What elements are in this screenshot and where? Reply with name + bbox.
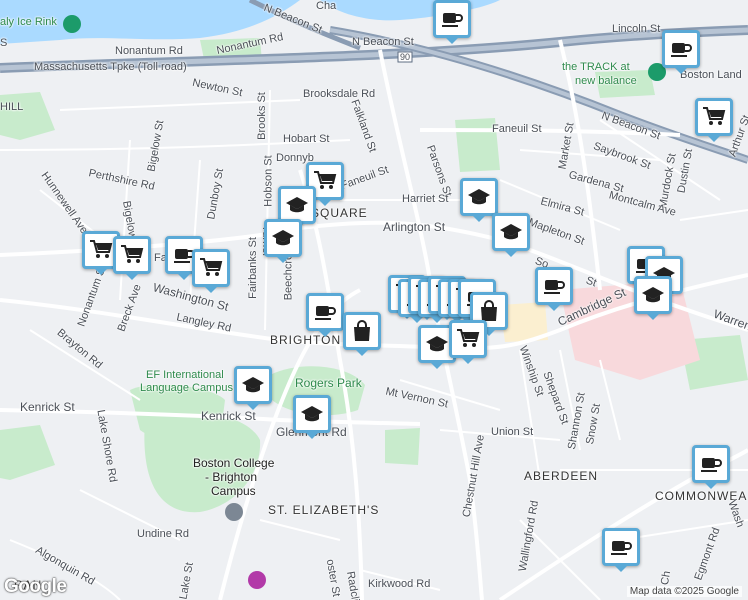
label-nonantum-rd: Nonantum Rd bbox=[115, 45, 183, 57]
pin-school-glenmont[interactable] bbox=[293, 395, 331, 439]
label-ice-rink: aly Ice Rink bbox=[0, 16, 57, 28]
label-track-1: the TRACK at bbox=[562, 61, 630, 73]
label-track-2: new balance bbox=[575, 75, 637, 87]
coffee-cup-icon bbox=[442, 13, 463, 27]
label-oak-square: SQUARE bbox=[311, 206, 368, 220]
label-kenrick-left: Kenrick St bbox=[20, 400, 75, 414]
label-i90: 90 bbox=[400, 52, 411, 62]
label-st-elizabeths: ST. ELIZABETH'S bbox=[268, 503, 380, 517]
pin-school-beechcroft[interactable] bbox=[264, 219, 302, 263]
museum-marker bbox=[248, 571, 266, 589]
pin-coffee-commonwealth[interactable] bbox=[692, 445, 730, 489]
label-aberdeen: ABERDEEN bbox=[524, 469, 599, 483]
pin-cart-washington[interactable] bbox=[192, 249, 230, 293]
ice-rink-marker bbox=[63, 15, 81, 33]
pin-cart-hunnewell-2[interactable] bbox=[113, 236, 151, 280]
label-arlington: Arlington St bbox=[383, 220, 446, 234]
pin-school-harriet[interactable] bbox=[460, 178, 498, 222]
pin-cart-right[interactable] bbox=[695, 98, 733, 142]
graduation-cap-icon bbox=[242, 377, 264, 393]
graduation-cap-icon bbox=[468, 189, 490, 205]
label-n-beacon-mid: N Beacon St bbox=[352, 36, 414, 48]
graduation-cap-icon bbox=[500, 224, 522, 240]
shopping-cart-icon bbox=[457, 329, 480, 347]
label-rogers-park: Rogers Park bbox=[295, 376, 362, 390]
pin-coffee-bottom[interactable] bbox=[602, 528, 640, 572]
pin-coffee-brighton[interactable] bbox=[306, 293, 344, 337]
label-boston-land: Boston Land bbox=[680, 69, 742, 81]
pin-school-mapleton[interactable] bbox=[492, 213, 530, 257]
label-hill: HILL bbox=[0, 101, 24, 113]
label-ef-1: EF International bbox=[146, 369, 224, 381]
shopping-cart-icon bbox=[703, 107, 726, 125]
pin-bag-brighton[interactable] bbox=[343, 312, 381, 356]
graduation-cap-icon bbox=[426, 336, 448, 352]
label-faneuil-right: Faneuil St bbox=[492, 123, 542, 135]
label-mass-pike: Massachusetts Tpke (Toll road) bbox=[34, 61, 187, 73]
pin-school-right-2[interactable] bbox=[634, 276, 672, 320]
graduation-cap-icon bbox=[286, 197, 308, 213]
charles-river-east bbox=[320, 0, 500, 21]
label-ef-2: Language Campus... bbox=[140, 382, 243, 394]
label-undine: Undine Rd bbox=[137, 528, 189, 540]
label-hobson: Hobson St bbox=[262, 155, 275, 207]
label-s: S bbox=[0, 37, 8, 49]
shopping-cart-icon bbox=[314, 171, 337, 189]
label-union: Union St bbox=[491, 426, 534, 438]
label-brooksdale: Brooksdale Rd bbox=[303, 88, 376, 100]
label-lincoln: Lincoln St bbox=[612, 23, 661, 35]
coffee-cup-icon bbox=[671, 43, 692, 57]
pin-cart-center[interactable] bbox=[449, 320, 487, 364]
shopping-cart-icon bbox=[90, 240, 113, 258]
label-bc-1: Boston College bbox=[193, 456, 275, 470]
graduation-cap-icon bbox=[301, 406, 323, 422]
pin-coffee-top-right[interactable] bbox=[662, 30, 700, 74]
coffee-cup-icon bbox=[611, 541, 632, 555]
label-chas: Cha bbox=[316, 0, 337, 12]
shopping-cart-icon bbox=[200, 258, 223, 276]
label-harriet: Harriet St bbox=[402, 193, 449, 205]
campus-marker bbox=[225, 503, 243, 521]
shopping-bag-icon bbox=[354, 320, 370, 341]
label-hobart: Hobart St bbox=[283, 133, 330, 145]
label-brooks: Brooks St bbox=[255, 92, 268, 140]
map-data-attribution[interactable]: Map data ©2025 Google bbox=[626, 586, 742, 597]
label-ch: Ch bbox=[658, 570, 674, 586]
label-kirkwood: Kirkwood Rd bbox=[368, 578, 431, 590]
coffee-cup-icon bbox=[701, 458, 722, 472]
pin-school-ef[interactable] bbox=[234, 366, 272, 410]
shopping-cart-icon bbox=[121, 245, 144, 263]
map-canvas[interactable]: aly Ice Rink S HILL Nonantum Rd Nonantum… bbox=[0, 0, 748, 600]
label-kenrick-mid: Kenrick St bbox=[201, 409, 256, 423]
label-bc-2: - Brighton bbox=[205, 470, 258, 484]
coffee-cup-icon bbox=[315, 306, 336, 320]
label-bc-3: Campus bbox=[211, 484, 256, 498]
label-fairbanks: Fairbanks St bbox=[246, 237, 259, 299]
shopping-bag-icon bbox=[481, 300, 497, 321]
graduation-cap-icon bbox=[642, 287, 664, 303]
graduation-cap-icon bbox=[272, 230, 294, 246]
coffee-cup-icon bbox=[544, 280, 565, 294]
pin-coffee-top[interactable] bbox=[433, 0, 471, 44]
google-logo: Google bbox=[4, 576, 67, 597]
pin-coffee-cambridge[interactable] bbox=[535, 267, 573, 311]
